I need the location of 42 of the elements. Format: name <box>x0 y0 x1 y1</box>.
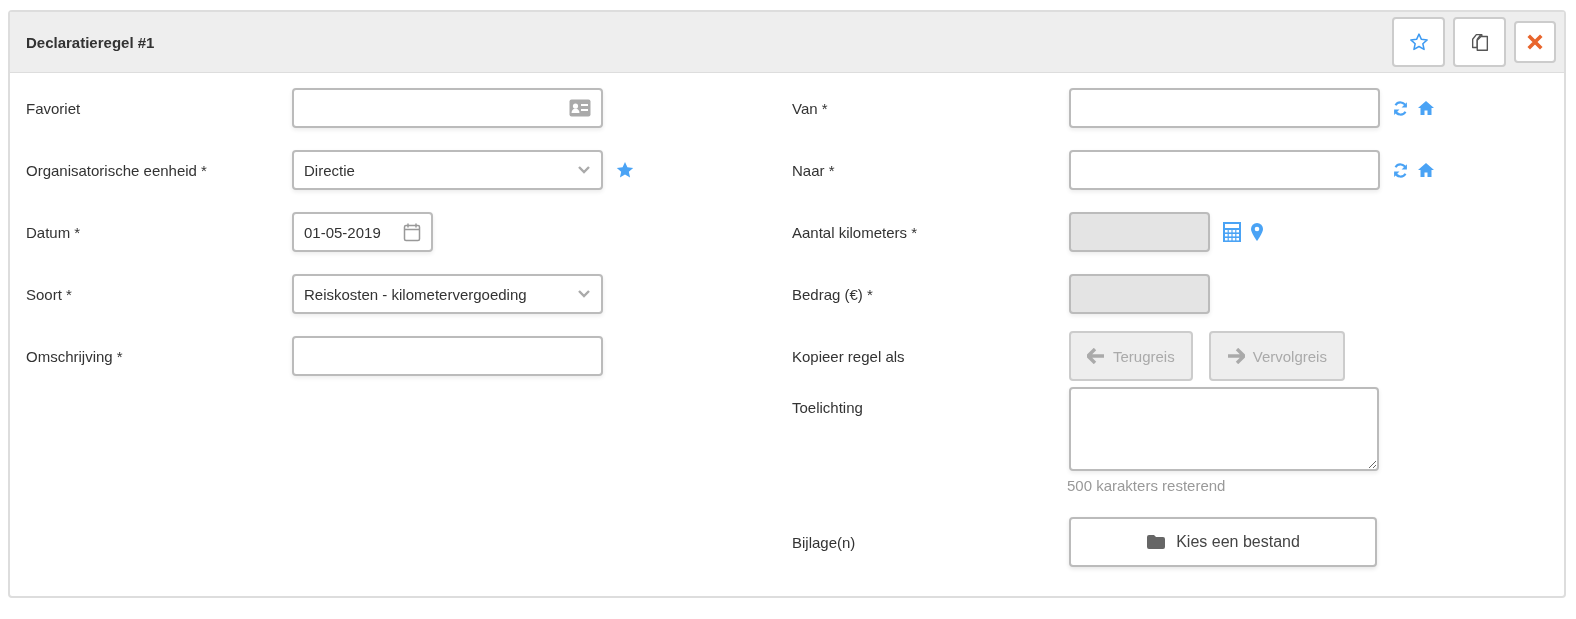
folder-icon <box>1146 534 1167 550</box>
chevron-down-icon <box>577 289 591 299</box>
favorite-field[interactable] <box>292 88 603 128</box>
field-label: Organisatorische eenheid * <box>26 161 208 179</box>
field-label: Datum * <box>26 223 82 241</box>
field-label: Omschrijving * <box>26 347 124 365</box>
arrow-right-icon <box>1226 348 1245 364</box>
explanation-textarea[interactable] <box>1069 387 1379 471</box>
chevron-down-icon <box>577 165 591 175</box>
panel-title: Declaratieregel #1 <box>26 33 155 51</box>
select-field[interactable]: Directie <box>292 150 603 190</box>
map-pin-icon[interactable] <box>1250 222 1264 242</box>
star-icon <box>1408 32 1429 52</box>
address-field[interactable] <box>1069 88 1380 128</box>
field-label: Soort * <box>26 285 73 303</box>
calendar-icon <box>403 222 421 242</box>
contact-card-icon <box>569 99 591 117</box>
character-counter: 500 karakters resterend <box>1067 477 1227 494</box>
favorite-button[interactable] <box>1392 17 1445 67</box>
close-button[interactable] <box>1514 21 1556 63</box>
star-icon[interactable] <box>615 160 635 180</box>
date-field[interactable]: 01-05-2019 <box>292 212 433 252</box>
choose-file-button[interactable]: Kies een bestand <box>1069 517 1377 567</box>
field-label: Bijlage(n) <box>792 533 857 551</box>
arrow-left-icon <box>1087 348 1105 364</box>
refresh-icon[interactable] <box>1392 161 1409 179</box>
home-icon[interactable] <box>1417 100 1435 116</box>
field-label: Aantal kilometers * <box>792 223 919 241</box>
field-label: Toelichting <box>792 398 864 416</box>
close-icon <box>1527 34 1543 50</box>
description-field[interactable] <box>292 336 603 376</box>
address-field[interactable] <box>1069 150 1380 190</box>
home-icon[interactable] <box>1417 162 1435 178</box>
field-label: Bedrag (€) * <box>792 285 874 303</box>
field-label: Naar * <box>792 161 836 179</box>
copy-button[interactable] <box>1453 17 1506 67</box>
calculator-icon[interactable] <box>1222 221 1242 243</box>
field-label: Van * <box>792 99 829 117</box>
field-label: Favoriet <box>26 99 82 117</box>
select-field[interactable]: Reiskosten - kilometervergoeding <box>292 274 603 314</box>
refresh-icon[interactable] <box>1392 99 1409 117</box>
field-label: Kopieer regel als <box>792 347 906 365</box>
